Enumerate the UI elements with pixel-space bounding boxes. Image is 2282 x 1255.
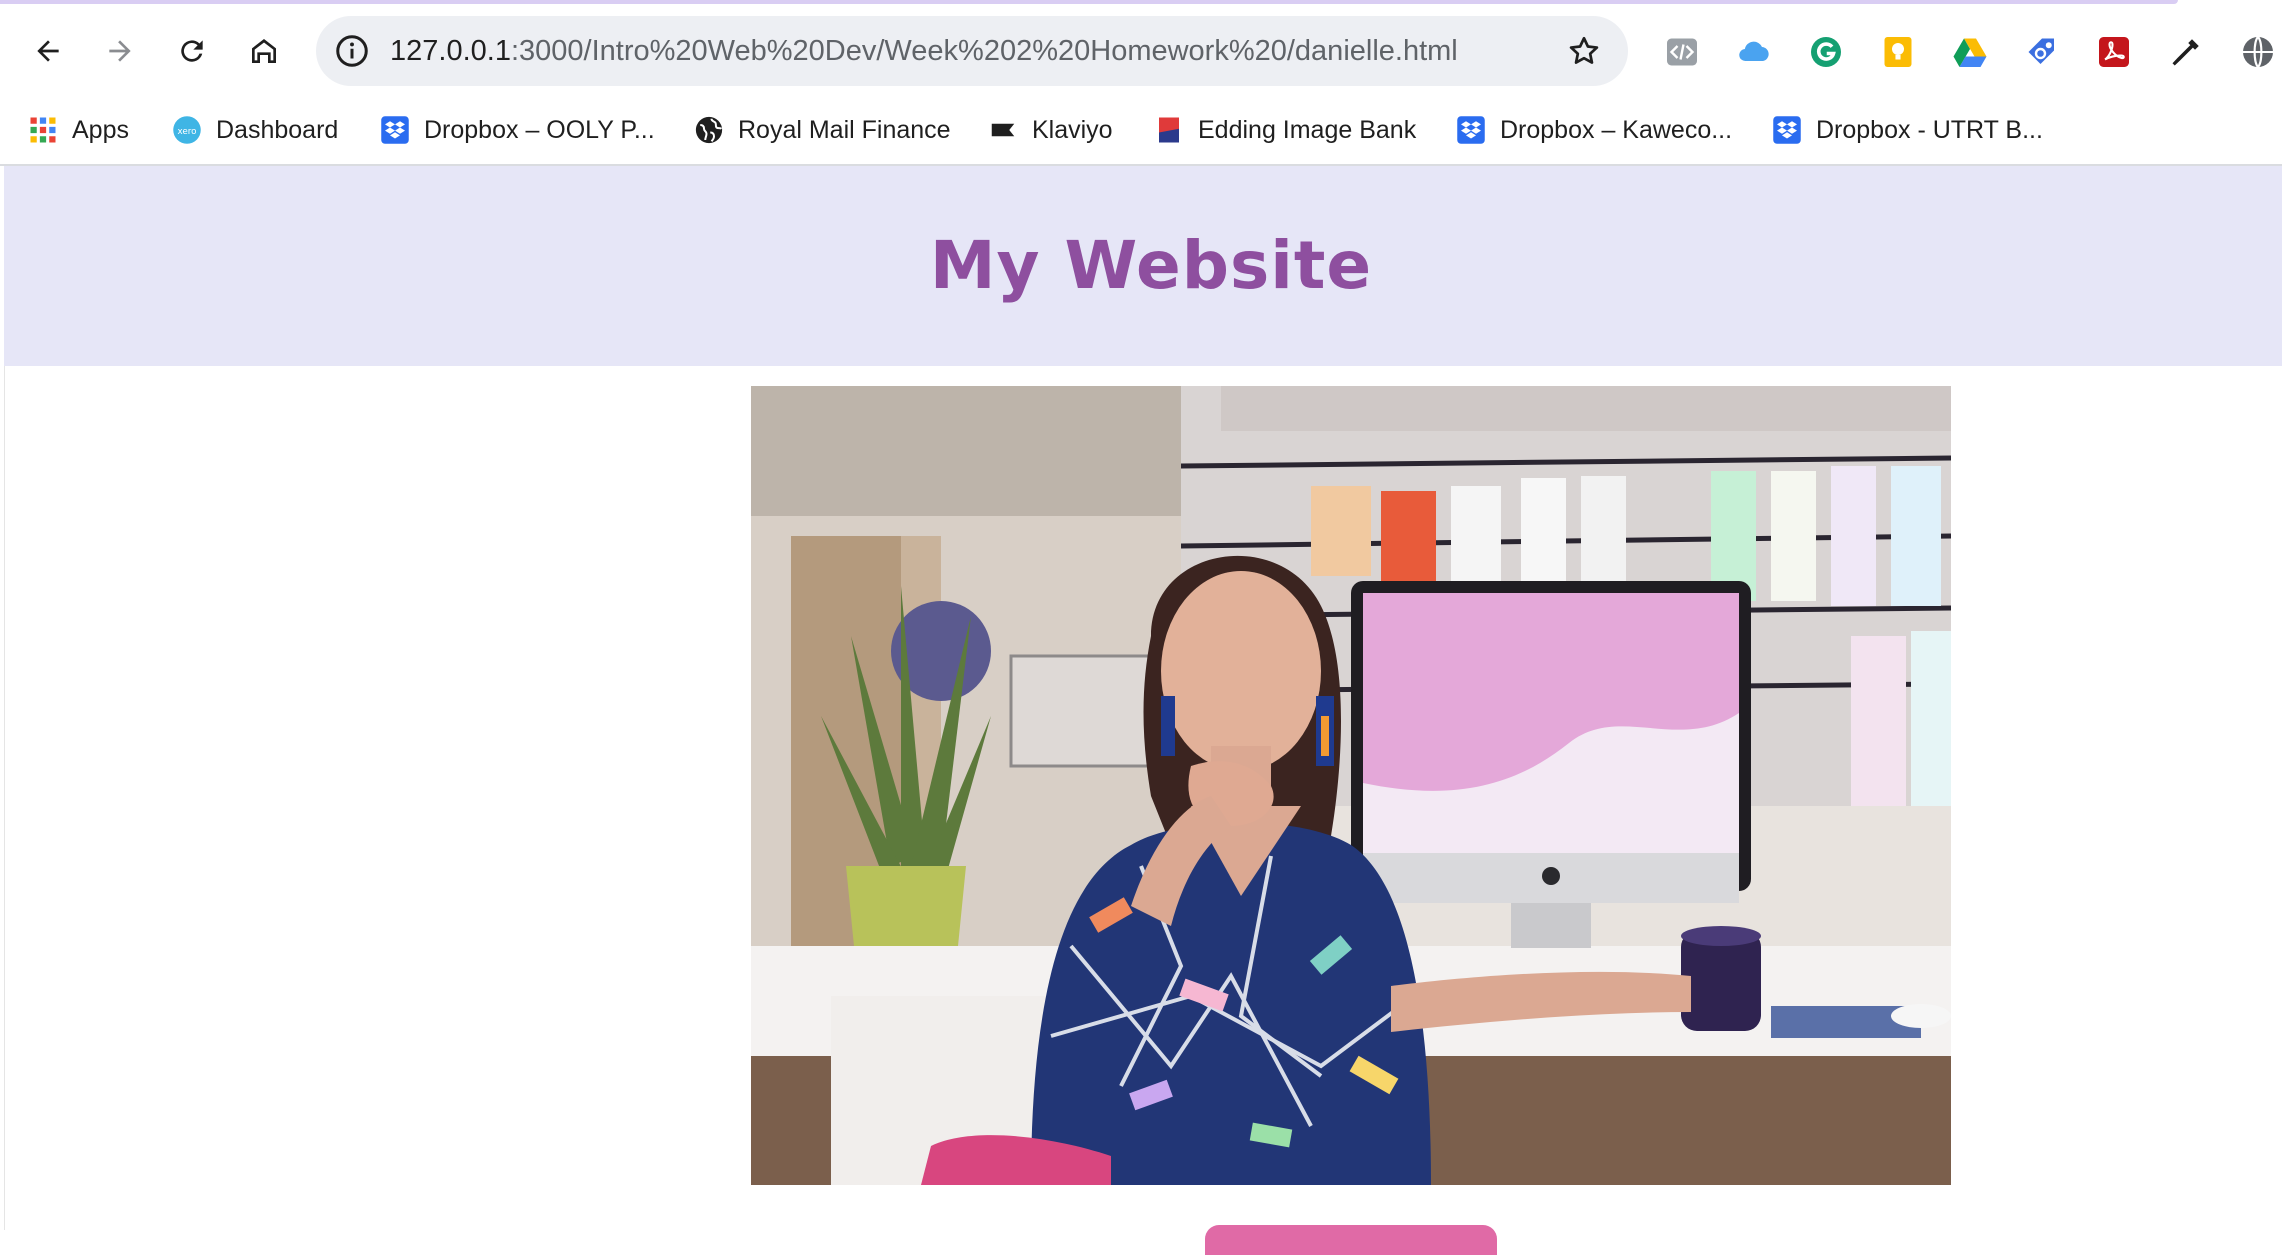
bookmark-label: Dashboard bbox=[216, 115, 339, 144]
site-info-icon[interactable] bbox=[334, 33, 370, 69]
back-arrow-icon bbox=[37, 40, 59, 62]
edding-icon bbox=[1154, 115, 1184, 145]
bookmark-star-icon[interactable] bbox=[1566, 33, 1602, 69]
pdf-icon bbox=[2099, 37, 2129, 67]
forward-button[interactable] bbox=[92, 23, 148, 79]
svg-text:xero: xero bbox=[177, 127, 196, 137]
bookmark-dropbox-ooly[interactable]: Dropbox – OOLY P... bbox=[380, 104, 655, 156]
dropbox-icon bbox=[1456, 115, 1486, 145]
bookmark-dropbox-utrt[interactable]: Dropbox - UTRT B... bbox=[1772, 104, 2043, 156]
dropbox-icon bbox=[380, 115, 410, 145]
grammarly-icon bbox=[1811, 37, 1841, 67]
site-header: My Website bbox=[4, 166, 2282, 366]
home-icon bbox=[252, 39, 276, 63]
bookmark-edding-image-bank[interactable]: Edding Image Bank bbox=[1154, 104, 1416, 156]
keep-extension[interactable] bbox=[1880, 34, 1916, 70]
cloud-icon bbox=[1739, 41, 1769, 62]
page-title: My Website bbox=[929, 227, 1373, 304]
browser-toolbar: 127.0.0.1:3000/Intro%20Web%20Dev/Week%20… bbox=[0, 4, 2282, 98]
onedrive-extension[interactable] bbox=[1736, 34, 1772, 70]
page-viewport: My Website bbox=[0, 166, 2282, 1255]
globe-extension-icon bbox=[2243, 36, 2273, 68]
klaviyo-flag-icon bbox=[988, 115, 1018, 145]
google-drive-icon bbox=[1953, 38, 1987, 67]
reload-icon bbox=[181, 40, 203, 62]
grammarly-extension[interactable] bbox=[1808, 34, 1844, 70]
bookmark-label: Dropbox – Kaweco... bbox=[1500, 115, 1733, 144]
address-bar[interactable]: 127.0.0.1:3000/Intro%20Web%20Dev/Week%20… bbox=[316, 16, 1628, 86]
bookmark-label: Dropbox - UTRT B... bbox=[1816, 115, 2043, 144]
url-path: :3000/Intro%20Web%20Dev/Week%202%20Homew… bbox=[510, 35, 1458, 67]
bookmark-label: Royal Mail Finance bbox=[738, 115, 951, 144]
url-text[interactable]: 127.0.0.1:3000/Intro%20Web%20Dev/Week%20… bbox=[390, 16, 1458, 86]
globe-icon bbox=[694, 115, 724, 145]
back-button[interactable] bbox=[20, 23, 76, 79]
dropbox-icon bbox=[1772, 115, 1802, 145]
pdf-extension[interactable] bbox=[2096, 34, 2132, 70]
eyedropper-icon bbox=[2172, 39, 2199, 66]
forward-arrow-icon bbox=[109, 40, 131, 62]
bookmarks-bar: Apps xero Dashboard Dropbox – OOLY P... … bbox=[0, 98, 2282, 166]
bookmark-dashboard[interactable]: xero Dashboard bbox=[172, 104, 338, 156]
bookmark-label: Edding Image Bank bbox=[1198, 115, 1417, 144]
bookmark-apps[interactable]: Apps bbox=[28, 104, 129, 156]
home-button[interactable] bbox=[236, 23, 292, 79]
google-drive-extension[interactable] bbox=[1952, 34, 1988, 70]
globe-extension[interactable] bbox=[2240, 34, 2276, 70]
bookmark-label: Dropbox – OOLY P... bbox=[424, 115, 655, 144]
tag-extension[interactable] bbox=[2024, 34, 2060, 70]
bookmark-royal-mail-finance[interactable]: Royal Mail Finance bbox=[694, 104, 951, 156]
devtools-extension[interactable] bbox=[1664, 34, 1700, 70]
bookmark-klaviyo[interactable]: Klaviyo bbox=[988, 104, 1113, 156]
bookmark-label: Klaviyo bbox=[1032, 115, 1113, 144]
eyedropper-extension[interactable] bbox=[2168, 34, 2204, 70]
keep-note-icon bbox=[1884, 37, 1912, 67]
profile-photo bbox=[751, 386, 1951, 1185]
tag-extension-icon bbox=[2028, 38, 2054, 64]
bookmark-dropbox-kaweco[interactable]: Dropbox – Kaweco... bbox=[1456, 104, 1732, 156]
reload-button[interactable] bbox=[164, 23, 220, 79]
xero-icon: xero bbox=[172, 115, 202, 145]
profile-photo-illustration bbox=[751, 386, 1951, 1185]
bookmark-label: Apps bbox=[72, 115, 129, 144]
devtools-code-icon bbox=[1667, 38, 1697, 66]
url-host: 127.0.0.1 bbox=[390, 35, 511, 67]
apps-grid-icon bbox=[28, 115, 58, 145]
